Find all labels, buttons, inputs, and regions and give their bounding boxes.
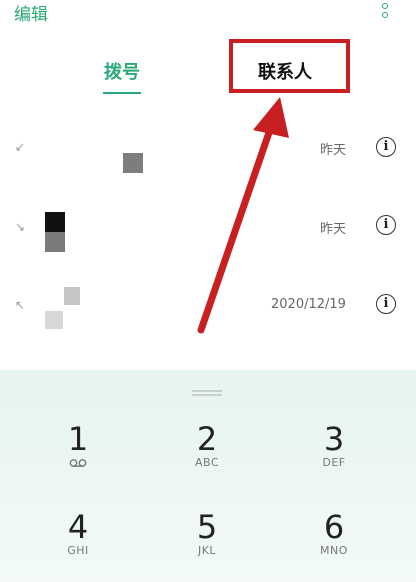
dial-keypad: 1 2 ABC 3 DEF 4 GHI 5 JKL 6 MNO	[0, 370, 416, 582]
key-digit: 4	[67, 508, 89, 546]
key-digit: 1	[67, 420, 89, 458]
key-3[interactable]: 3 DEF	[289, 422, 379, 470]
key-digit: 3	[323, 420, 345, 458]
key-letters: JKL	[197, 544, 217, 557]
key-letters: MNO	[320, 544, 348, 557]
key-6[interactable]: 6 MNO	[289, 510, 379, 558]
key-digit: 5	[196, 508, 218, 546]
key-digit: 2	[196, 420, 218, 458]
drag-handle[interactable]	[192, 390, 222, 396]
key-letters: DEF	[322, 456, 346, 469]
key-5[interactable]: 5 JKL	[162, 510, 252, 558]
key-2[interactable]: 2 ABC	[162, 422, 252, 470]
key-letters: ABC	[194, 456, 220, 469]
key-letters: GHI	[67, 544, 89, 557]
voicemail-icon	[33, 456, 123, 472]
key-1[interactable]: 1	[33, 422, 123, 472]
key-digit: 6	[323, 508, 345, 546]
key-4[interactable]: 4 GHI	[33, 510, 123, 558]
